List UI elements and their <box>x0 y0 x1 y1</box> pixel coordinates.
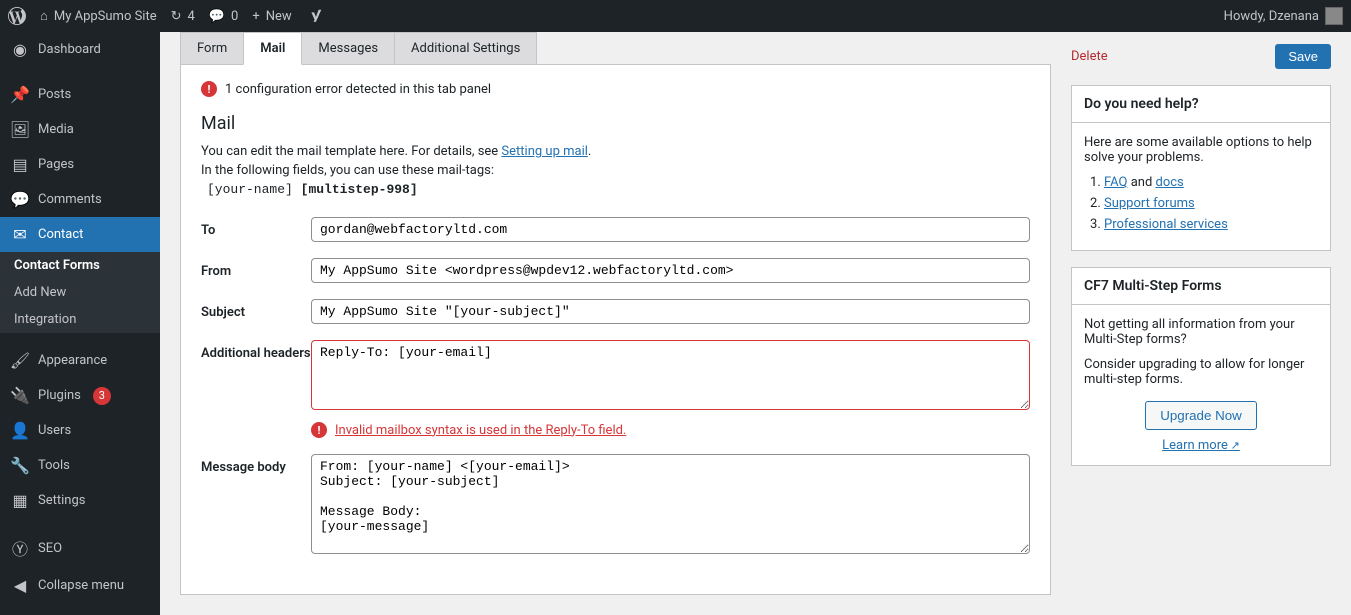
subject-input[interactable] <box>311 299 1030 324</box>
faq-link[interactable]: FAQ <box>1104 175 1127 190</box>
help-intro: Here are some available options to help … <box>1084 135 1318 165</box>
sidebar-item-seo[interactable]: ⓎSEO <box>0 528 160 568</box>
learn-more-link[interactable]: Learn more <box>1084 438 1318 453</box>
plus-icon: + <box>252 9 259 24</box>
wrench-icon: 🔧 <box>10 456 30 475</box>
help-title: Do you need help? <box>1072 86 1330 123</box>
site-home[interactable]: ⌂ My AppSumo Site <box>40 8 157 24</box>
plugins-badge: 3 <box>93 387 111 405</box>
config-error-text: 1 configuration error detected in this t… <box>225 82 491 97</box>
error-icon: ! <box>201 81 217 97</box>
panel-desc-1: You can edit the mail template here. For… <box>201 144 1030 159</box>
admin-sidebar: ◉Dashboard 📌Posts 🖼Media ▤Pages 💬Comment… <box>0 32 160 615</box>
media-icon: 🖼 <box>10 120 30 139</box>
submenu-contact-forms[interactable]: Contact Forms <box>0 252 160 279</box>
site-name: My AppSumo Site <box>54 9 157 24</box>
headers-textarea[interactable] <box>311 340 1030 410</box>
howdy-user[interactable]: Howdy, Dzenana <box>1224 7 1343 25</box>
pro-services-link[interactable]: Professional services <box>1104 217 1228 232</box>
plug-icon: 🔌 <box>10 386 30 405</box>
multistep-title: CF7 Multi-Step Forms <box>1072 268 1330 305</box>
comments-link[interactable]: 💬 0 <box>209 9 239 24</box>
to-input[interactable] <box>311 217 1030 242</box>
sidebar-item-appearance[interactable]: 🖌Appearance <box>0 343 160 378</box>
home-icon: ⌂ <box>40 8 48 24</box>
updates-link[interactable]: ↻ 4 <box>171 9 195 24</box>
new-link[interactable]: + New <box>252 9 291 24</box>
multistep-p2: Consider upgrading to allow for longer m… <box>1084 357 1318 387</box>
tab-messages[interactable]: Messages <box>301 32 395 65</box>
sidebar-item-dashboard[interactable]: ◉Dashboard <box>0 32 160 67</box>
tab-bar: Form Mail Messages Additional Settings <box>180 32 1051 65</box>
panel-title: Mail <box>201 113 1030 134</box>
mail-icon: ✉ <box>10 225 30 244</box>
to-label: To <box>201 217 311 238</box>
pin-icon: 📌 <box>10 85 30 104</box>
user-icon: 👤 <box>10 421 30 440</box>
tab-form[interactable]: Form <box>180 32 244 65</box>
body-textarea[interactable] <box>311 454 1030 554</box>
body-label: Message body <box>201 454 311 475</box>
tab-mail[interactable]: Mail <box>243 32 302 65</box>
save-button[interactable]: Save <box>1275 44 1331 69</box>
sidebar-item-settings[interactable]: ▦Settings <box>0 483 160 518</box>
updates-count: 4 <box>188 9 195 24</box>
sidebar-item-users[interactable]: 👤Users <box>0 413 160 448</box>
avatar <box>1325 7 1343 25</box>
delete-link[interactable]: Delete <box>1071 49 1108 64</box>
config-error-banner: ! 1 configuration error detected in this… <box>201 81 1030 97</box>
refresh-icon: ↻ <box>171 9 182 24</box>
sidebar-item-comments[interactable]: 💬Comments <box>0 182 160 217</box>
error-icon: ! <box>311 422 327 438</box>
setting-up-mail-link[interactable]: Setting up mail <box>501 144 587 159</box>
wp-logo-icon[interactable] <box>8 7 26 25</box>
dashboard-icon: ◉ <box>10 40 30 59</box>
panel-desc-2: In the following fields, you can use the… <box>201 163 1030 178</box>
comment-icon: 💬 <box>10 190 30 209</box>
brush-icon: 🖌 <box>10 351 30 370</box>
from-label: From <box>201 258 311 279</box>
headers-label: Additional headers <box>201 340 311 361</box>
multistep-box: CF7 Multi-Step Forms Not getting all inf… <box>1071 267 1331 466</box>
contact-submenu: Contact Forms Add New Integration <box>0 252 160 333</box>
upgrade-button[interactable]: Upgrade Now <box>1145 401 1257 430</box>
from-input[interactable] <box>311 258 1030 283</box>
help-box: Do you need help? Here are some availabl… <box>1071 85 1331 251</box>
howdy-text: Howdy, Dzenana <box>1224 9 1319 24</box>
docs-link[interactable]: docs <box>1156 175 1184 190</box>
admin-bar: ⌂ My AppSumo Site ↻ 4 💬 0 + New Howdy, D… <box>0 0 1351 32</box>
settings-icon: ▦ <box>10 491 30 510</box>
yoast-icon[interactable] <box>306 7 324 25</box>
sidebar-item-collapse[interactable]: ◀Collapse menu <box>0 568 160 603</box>
multistep-p1: Not getting all information from your Mu… <box>1084 317 1318 347</box>
mail-panel: ! 1 configuration error detected in this… <box>180 64 1051 595</box>
sidebar-item-posts[interactable]: 📌Posts <box>0 77 160 112</box>
comments-count: 0 <box>231 9 238 24</box>
collapse-icon: ◀ <box>10 576 30 595</box>
headers-error-link[interactable]: Invalid mailbox syntax is used in the Re… <box>335 423 626 438</box>
submenu-integration[interactable]: Integration <box>0 306 160 333</box>
forums-link[interactable]: Support forums <box>1104 196 1195 211</box>
sidebar-item-contact[interactable]: ✉Contact <box>0 217 160 252</box>
page-icon: ▤ <box>10 155 30 174</box>
sidebar-item-pages[interactable]: ▤Pages <box>0 147 160 182</box>
comment-icon: 💬 <box>209 9 225 24</box>
sidebar-item-tools[interactable]: 🔧Tools <box>0 448 160 483</box>
new-label: New <box>266 9 292 24</box>
mail-tags: [your-name] [multistep-998] <box>207 182 1030 197</box>
subject-label: Subject <box>201 299 311 320</box>
sidebar-item-media[interactable]: 🖼Media <box>0 112 160 147</box>
tab-additional-settings[interactable]: Additional Settings <box>394 32 537 65</box>
seo-icon: Ⓨ <box>10 536 30 560</box>
submenu-add-new[interactable]: Add New <box>0 279 160 306</box>
sidebar-item-plugins[interactable]: 🔌Plugins3 <box>0 378 160 413</box>
